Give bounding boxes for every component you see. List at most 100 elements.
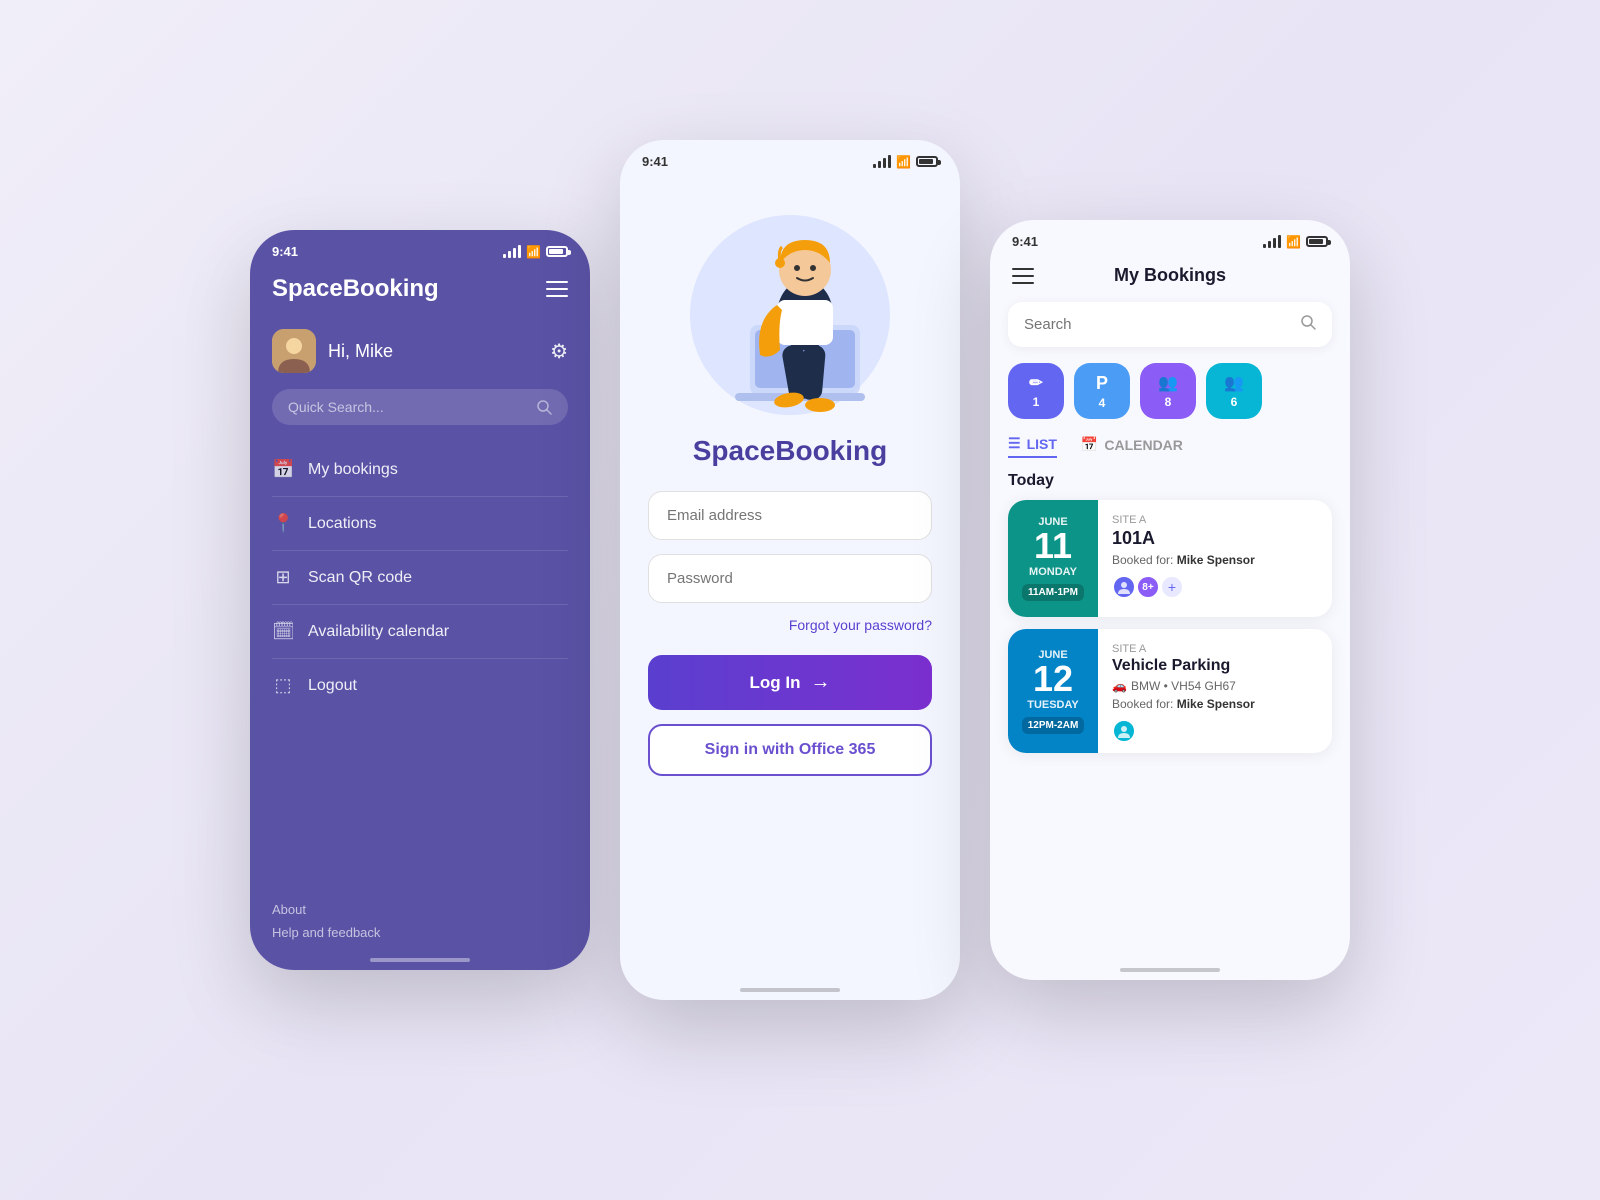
avatar-more-count-1: 8+ bbox=[1142, 582, 1153, 593]
arrow-icon: → bbox=[810, 671, 830, 694]
sidebar-item-logout[interactable]: ⬚ Logout bbox=[272, 659, 568, 712]
b-hamburger-line-3 bbox=[1012, 282, 1034, 284]
home-indicator-3 bbox=[1120, 968, 1220, 972]
email-field[interactable] bbox=[648, 491, 932, 540]
view-tabs: ☰ LIST 📅 CALENDAR bbox=[990, 435, 1350, 472]
greeting-text: Hi, Mike bbox=[328, 341, 393, 362]
login-button-label: Log In bbox=[750, 673, 801, 693]
signal-bar-10 bbox=[1268, 241, 1271, 248]
date-weekday-2: TUESDAY bbox=[1027, 699, 1079, 711]
booking-site-2: SITE A bbox=[1112, 643, 1318, 655]
signal-bars-2 bbox=[873, 155, 891, 168]
filter-chip-1[interactable]: ✏ 1 bbox=[1008, 363, 1064, 419]
mini-avatar-person-1 bbox=[1112, 575, 1136, 599]
chip-icon-4: 👥 bbox=[1224, 373, 1244, 393]
locations-icon: 📍 bbox=[272, 513, 294, 534]
chip-count-4: 6 bbox=[1231, 395, 1238, 409]
booking-cards-list: JUNE 11 MONDAY 11AM-1PM SITE A 101A Book… bbox=[990, 500, 1350, 753]
booked-for-name-1: Mike Spensor bbox=[1177, 553, 1255, 567]
signal-bar-7 bbox=[883, 158, 886, 168]
booking-avatars-1: 8+ + bbox=[1112, 567, 1318, 599]
about-link[interactable]: About bbox=[272, 902, 380, 917]
sidebar-footer: About Help and feedback bbox=[272, 902, 380, 940]
chip-icon-3: 👥 bbox=[1158, 373, 1178, 393]
signal-bar-3 bbox=[513, 248, 516, 258]
add-person-button-1[interactable]: + bbox=[1160, 575, 1184, 599]
bookings-search-input[interactable] bbox=[1024, 316, 1292, 333]
date-month-2: JUNE bbox=[1038, 649, 1067, 661]
availability-label: Availability calendar bbox=[308, 623, 449, 641]
date-time-2: 12PM-2AM bbox=[1022, 717, 1085, 734]
sidebar-item-my-bookings[interactable]: 📅 My bookings bbox=[272, 443, 568, 497]
signal-bar-5 bbox=[873, 164, 876, 168]
tab-list[interactable]: ☰ LIST bbox=[1008, 435, 1057, 458]
mini-avatar-more-1: 8+ bbox=[1136, 575, 1160, 599]
locations-label: Locations bbox=[308, 515, 377, 533]
login-button[interactable]: Log In → bbox=[648, 655, 932, 710]
booking-booked-1: Booked for: Mike Spensor bbox=[1112, 553, 1318, 567]
sidebar-item-availability[interactable]: 🗓 Availability calendar bbox=[272, 605, 568, 659]
hamburger-line-3 bbox=[546, 295, 568, 297]
sidebar-menu: 📅 My bookings 📍 Locations ⊞ Scan QR code… bbox=[250, 443, 590, 712]
bookings-search-bar[interactable] bbox=[1008, 302, 1332, 347]
person-illustration bbox=[690, 195, 890, 415]
sidebar-search-bar[interactable] bbox=[272, 389, 568, 425]
b-hamburger-line-2 bbox=[1012, 275, 1034, 277]
signal-bar-1 bbox=[503, 254, 506, 258]
password-field[interactable] bbox=[648, 554, 932, 603]
chip-count-2: 4 bbox=[1099, 396, 1106, 410]
status-icons-2: 📶 bbox=[873, 155, 938, 169]
office365-button[interactable]: Sign in with Office 365 bbox=[648, 724, 932, 776]
time-2: 9:41 bbox=[642, 154, 668, 169]
hamburger-line-1 bbox=[546, 281, 568, 283]
battery-icon-2 bbox=[916, 156, 938, 167]
filter-chip-4[interactable]: 👥 6 bbox=[1206, 363, 1262, 419]
wifi-icon-1: 📶 bbox=[526, 245, 541, 259]
forgot-password-link[interactable]: Forgot your password? bbox=[789, 617, 932, 633]
booking-avatars-2 bbox=[1112, 711, 1318, 743]
tab-calendar[interactable]: 📅 CALENDAR bbox=[1081, 436, 1183, 457]
signal-bar-9 bbox=[1263, 244, 1266, 248]
wifi-icon-2: 📶 bbox=[896, 155, 911, 169]
booking-date-2: JUNE 12 TUESDAY 12PM-2AM bbox=[1008, 629, 1098, 753]
phone-sidebar: 9:41 📶 SpaceBooking bbox=[250, 230, 590, 970]
time-3: 9:41 bbox=[1012, 234, 1038, 249]
wifi-icon-3: 📶 bbox=[1286, 235, 1301, 249]
settings-icon[interactable]: ⚙ bbox=[550, 339, 568, 364]
bookings-page-title: My Bookings bbox=[1114, 265, 1226, 286]
scan-qr-icon: ⊞ bbox=[272, 567, 294, 588]
status-icons-3: 📶 bbox=[1263, 235, 1328, 249]
battery-icon-3 bbox=[1306, 236, 1328, 247]
chip-icon-1: ✏ bbox=[1029, 373, 1042, 393]
phone-login: 9:41 📶 bbox=[620, 140, 960, 1000]
booking-vehicle-2: 🚗 BMW • VH54 GH67 bbox=[1112, 679, 1318, 693]
date-month-1: JUNE bbox=[1038, 516, 1067, 528]
status-bar-3: 9:41 📶 bbox=[990, 220, 1350, 255]
booking-site-1: SITE A bbox=[1112, 514, 1318, 526]
filter-chips: ✏ 1 P 4 👥 8 👥 6 bbox=[990, 363, 1350, 435]
date-weekday-1: MONDAY bbox=[1029, 566, 1077, 578]
logout-label: Logout bbox=[308, 677, 357, 695]
logout-icon: ⬚ bbox=[272, 675, 294, 696]
date-day-2: 12 bbox=[1033, 661, 1073, 697]
filter-chip-3[interactable]: 👥 8 bbox=[1140, 363, 1196, 419]
filter-chip-2[interactable]: P 4 bbox=[1074, 363, 1130, 419]
sidebar-search-input[interactable] bbox=[288, 399, 528, 415]
sidebar-item-scan-qr[interactable]: ⊞ Scan QR code bbox=[272, 551, 568, 605]
booking-card-1: JUNE 11 MONDAY 11AM-1PM SITE A 101A Book… bbox=[1008, 500, 1332, 617]
signal-bar-4 bbox=[518, 245, 521, 258]
booking-name-2: Vehicle Parking bbox=[1112, 657, 1318, 675]
bookings-hamburger-icon[interactable] bbox=[1012, 268, 1034, 284]
time-1: 9:41 bbox=[272, 244, 298, 259]
login-app-name: SpaceBooking bbox=[620, 435, 960, 467]
sidebar-item-locations[interactable]: 📍 Locations bbox=[272, 497, 568, 551]
help-link[interactable]: Help and feedback bbox=[272, 925, 380, 940]
app-title-1: SpaceBooking bbox=[272, 275, 439, 303]
hamburger-menu-icon[interactable] bbox=[546, 281, 568, 297]
mini-avatar-person-2 bbox=[1112, 719, 1136, 743]
booking-info-2: SITE A Vehicle Parking 🚗 BMW • VH54 GH67… bbox=[1098, 629, 1332, 753]
forgot-password-section: Forgot your password? bbox=[648, 617, 932, 635]
status-bar-2: 9:41 📶 bbox=[620, 140, 960, 175]
booking-card-2: JUNE 12 TUESDAY 12PM-2AM SITE A Vehicle … bbox=[1008, 629, 1332, 753]
login-form: Forgot your password? Log In → Sign in w… bbox=[620, 491, 960, 776]
